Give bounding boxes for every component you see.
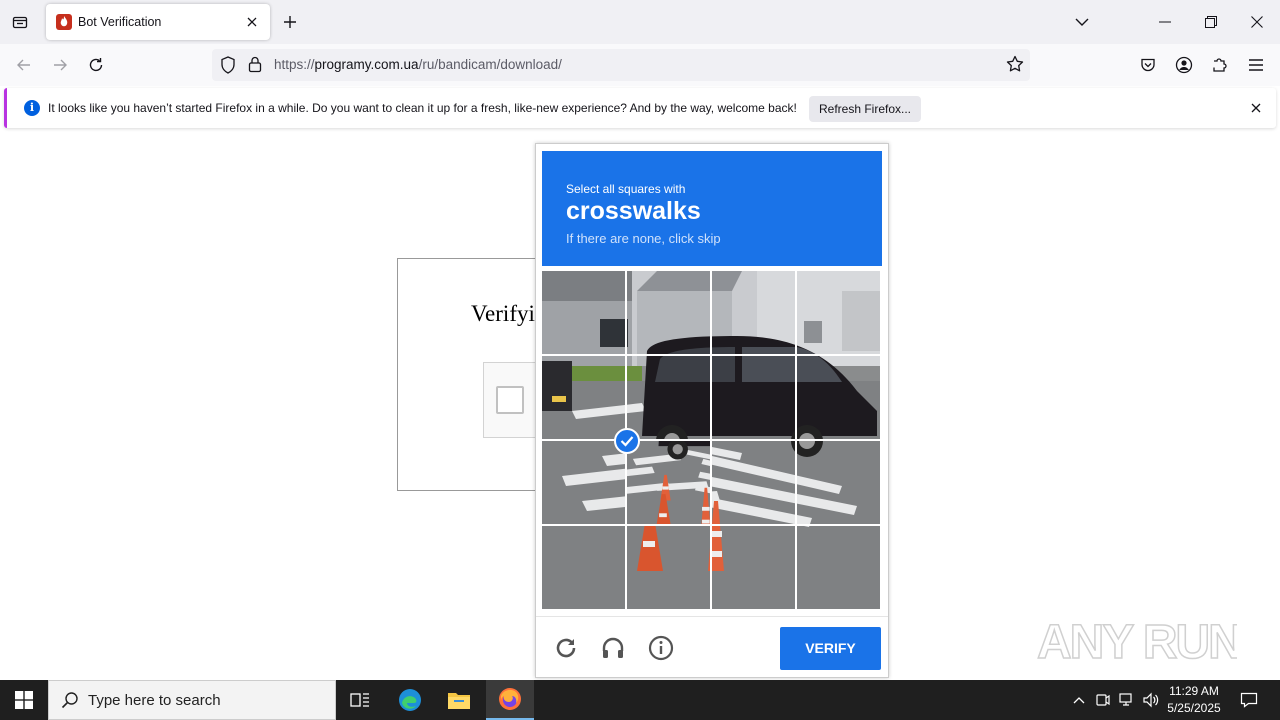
file-explorer-icon[interactable] [436, 680, 482, 720]
captcha-tile[interactable] [627, 441, 710, 524]
show-hidden-icons-chevron-icon[interactable] [1068, 680, 1090, 720]
list-all-tabs-icon[interactable] [1068, 8, 1096, 36]
search-icon [61, 691, 79, 714]
close-notification-icon[interactable] [1248, 100, 1264, 116]
clock-date: 5/25/2025 [1167, 701, 1221, 715]
challenge-instruction: Select all squares with [566, 182, 686, 196]
challenge-footer: VERIFY [536, 616, 888, 677]
captcha-tile[interactable] [797, 441, 880, 524]
navigation-toolbar: https://programy.com.ua/ru/bandicam/down… [0, 44, 1280, 86]
watermark-text: ANY RUN [1037, 616, 1237, 669]
pocket-icon[interactable] [1133, 50, 1163, 80]
captcha-tile[interactable] [542, 526, 625, 609]
restore-icon[interactable] [1188, 0, 1234, 44]
windows-taskbar: Type here to search 11:29 AM 5/25/2025 [0, 680, 1280, 720]
captcha-tile[interactable] [542, 271, 625, 354]
info-icon: i [24, 100, 40, 116]
meet-now-icon[interactable] [1092, 680, 1114, 720]
firefox-view-icon[interactable] [6, 8, 34, 36]
menu-hamburger-icon[interactable] [1241, 50, 1271, 80]
url-text[interactable]: https://programy.com.ua/ru/bandicam/down… [274, 57, 562, 72]
refresh-firefox-notification: i It looks like you haven’t started Fire… [4, 88, 1276, 128]
captcha-tile[interactable] [712, 271, 795, 354]
anyrun-watermark: ANY RUN [1036, 608, 1243, 674]
edge-browser-icon[interactable] [388, 680, 432, 720]
windows-start-icon[interactable] [0, 680, 48, 720]
image-grid [542, 271, 882, 611]
not-a-robot-checkbox[interactable] [496, 386, 524, 414]
tile-selected-check-icon [614, 428, 640, 454]
verification-heading: Verifyi [471, 301, 535, 326]
forward-arrow-icon[interactable] [45, 50, 75, 80]
address-bar[interactable]: https://programy.com.ua/ru/bandicam/down… [212, 49, 1030, 81]
clock-time: 11:29 AM [1169, 684, 1219, 698]
firefox-taskbar-icon[interactable] [486, 680, 534, 720]
captcha-tile[interactable] [712, 441, 795, 524]
site-favicon-icon [56, 14, 72, 30]
tracking-protection-shield-icon[interactable] [220, 56, 236, 79]
captcha-tile[interactable] [627, 526, 710, 609]
refresh-firefox-button[interactable]: Refresh Firefox... [809, 96, 921, 122]
reload-icon[interactable] [81, 50, 111, 80]
challenge-target: crosswalks [566, 197, 701, 225]
lock-icon[interactable] [248, 56, 262, 78]
captcha-tile[interactable] [712, 526, 795, 609]
captcha-tile[interactable] [542, 356, 625, 439]
new-tab-icon[interactable] [278, 8, 302, 36]
captcha-tile[interactable] [627, 271, 710, 354]
volume-icon[interactable] [1140, 680, 1162, 720]
search-placeholder: Type here to search [88, 692, 221, 709]
captcha-tile[interactable] [627, 356, 710, 439]
tab-bot-verification[interactable]: Bot Verification [46, 4, 270, 40]
captcha-tile[interactable] [712, 356, 795, 439]
taskbar-search-box[interactable]: Type here to search [48, 680, 336, 720]
network-icon[interactable] [1116, 680, 1138, 720]
tab-bar: Bot Verification [0, 0, 1280, 44]
audio-challenge-headphones-icon[interactable] [598, 633, 628, 663]
account-icon[interactable] [1169, 50, 1199, 80]
taskbar-clock[interactable]: 11:29 AM 5/25/2025 [1162, 683, 1226, 717]
close-window-icon[interactable] [1234, 0, 1280, 44]
extensions-icon[interactable] [1205, 50, 1235, 80]
captcha-tile[interactable] [797, 526, 880, 609]
info-help-icon[interactable] [646, 633, 676, 663]
challenge-header: Select all squares with crosswalks If th… [542, 151, 882, 266]
back-arrow-icon[interactable] [9, 50, 39, 80]
tab-close-icon[interactable] [240, 10, 264, 34]
challenge-hint: If there are none, click skip [566, 231, 721, 246]
captcha-challenge-popup: Select all squares with crosswalks If th… [535, 143, 889, 678]
reload-challenge-icon[interactable] [551, 633, 581, 663]
minimize-icon[interactable] [1142, 0, 1188, 44]
captcha-tile[interactable] [797, 356, 880, 439]
tab-title: Bot Verification [78, 15, 162, 29]
notifications-icon[interactable] [1234, 680, 1264, 720]
bookmark-star-icon[interactable] [1006, 55, 1024, 78]
captcha-tile[interactable] [797, 271, 880, 354]
notification-message: It looks like you haven’t started Firefo… [48, 101, 797, 115]
captcha-tile[interactable] [542, 441, 625, 524]
verify-button[interactable]: VERIFY [780, 627, 881, 670]
task-view-icon[interactable] [338, 680, 382, 720]
